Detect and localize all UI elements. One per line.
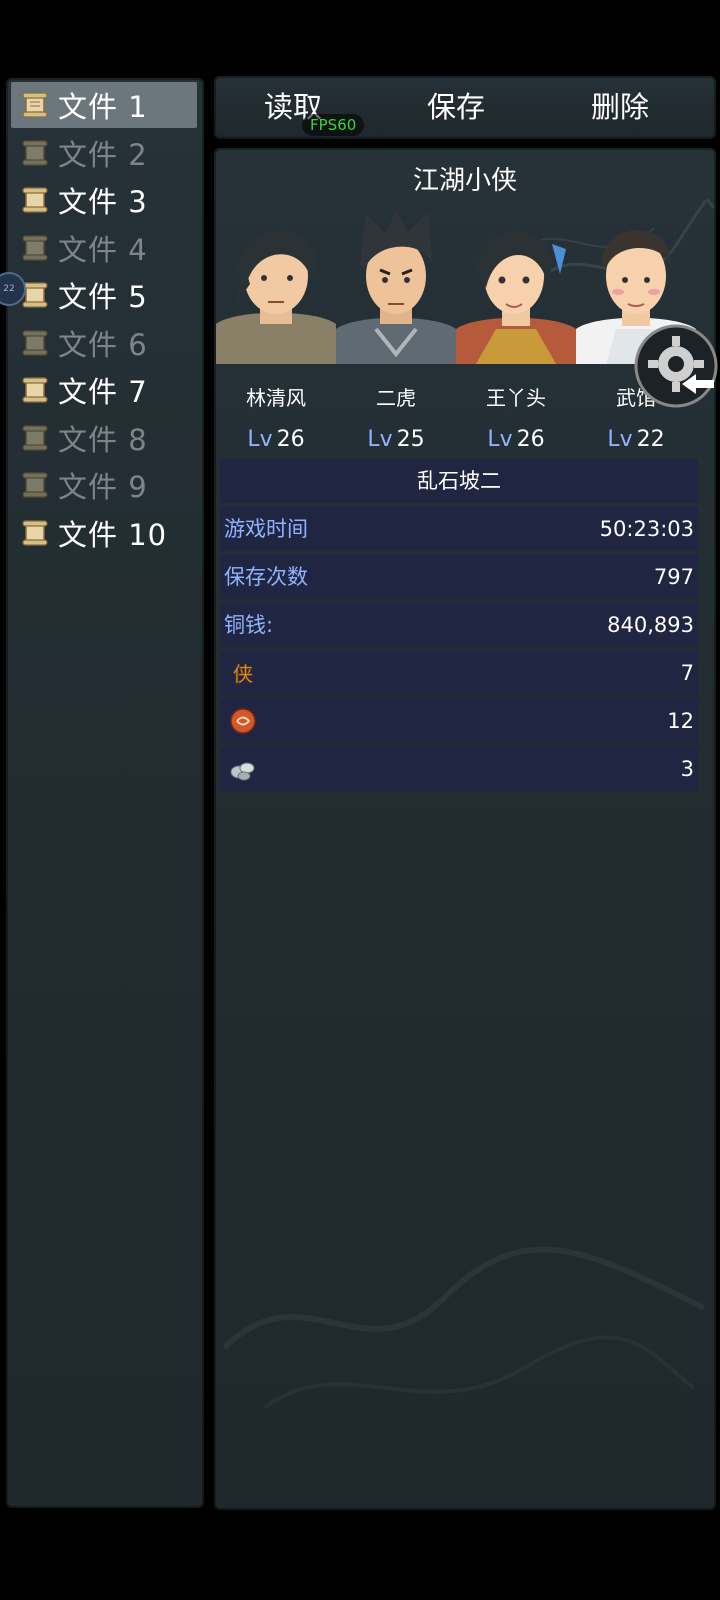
file-list-panel: 文件 1 文件 2 文件 3 文件 4 文件 5 文件 6 文件 7 文件 8 … [6, 78, 204, 1508]
file-label: 文件 9 [58, 470, 148, 504]
scroll-icon [22, 140, 48, 166]
level-value: 26 [276, 427, 305, 452]
stat-row-playtime: 游戏时间 50:23:03 [220, 507, 698, 551]
file-slot-9[interactable]: 文件 9 [11, 462, 197, 508]
item-count: 3 [680, 757, 694, 781]
stat-label: 保存次数 [224, 565, 308, 589]
stat-row-save-count: 保存次数 797 [220, 555, 698, 599]
item-count: 7 [680, 661, 694, 685]
item-count: 12 [667, 709, 694, 733]
action-toolbar: 读取 保存 删除 [214, 76, 716, 139]
party-member: 二虎 Lv 25 [336, 204, 456, 452]
member-name: 林清风 [246, 386, 306, 410]
member-level: Lv 26 [456, 427, 576, 452]
scroll-icon [22, 520, 48, 546]
level-value: 22 [636, 427, 665, 452]
file-label: 文件 4 [58, 233, 148, 267]
level-value: 26 [516, 427, 545, 452]
copper-medal-icon [230, 708, 256, 734]
scroll-icon [22, 377, 48, 403]
stat-value: 797 [653, 565, 694, 589]
fps-counter: FPS60 [302, 114, 365, 136]
save-title: 江湖小侠 [412, 166, 517, 196]
file-label: 文件 8 [58, 423, 148, 457]
stat-label: 游戏时间 [224, 517, 308, 541]
scroll-icon [22, 92, 48, 118]
level-prefix: Lv [487, 427, 513, 452]
file-label: 文件 10 [58, 518, 168, 552]
scroll-icon [22, 187, 48, 213]
file-label: 文件 7 [58, 375, 148, 409]
file-label: 文件 3 [58, 185, 148, 219]
character-portrait [336, 209, 456, 364]
file-slot-6[interactable]: 文件 6 [11, 320, 197, 366]
file-slot-5[interactable]: 文件 5 [11, 272, 197, 318]
member-name: 王丫头 [486, 386, 546, 410]
file-slot-8[interactable]: 文件 8 [11, 415, 197, 461]
file-label: 文件 2 [58, 138, 148, 172]
file-label: 文件 6 [58, 328, 148, 362]
ink-landscape-decoration [224, 1246, 704, 1410]
svg-text:侠: 侠 [233, 662, 253, 686]
file-slot-7[interactable]: 文件 7 [11, 367, 197, 413]
item-row: 侠 7 [220, 651, 698, 695]
member-level: Lv 25 [336, 427, 456, 452]
stat-value: 840,893 [607, 613, 694, 637]
level-value: 25 [396, 427, 425, 452]
member-level: Lv 22 [576, 427, 696, 452]
scroll-icon [22, 472, 48, 498]
member-level: Lv 26 [216, 427, 336, 452]
save-detail-panel: 江湖小侠 林清风 Lv 26 二虎 Lv 25 王丫头 Lv 26 武馆 Lv … [214, 148, 718, 1510]
file-slot-1[interactable]: 文件 1 [11, 82, 197, 128]
character-portrait [216, 231, 336, 364]
file-slot-3[interactable]: 文件 3 [11, 177, 197, 223]
member-name: 二虎 [376, 386, 416, 410]
xia-token-icon: 侠 [233, 662, 254, 686]
location-row: 乱石坡二 [220, 459, 698, 503]
file-slot-4[interactable]: 文件 4 [11, 225, 197, 271]
stat-value: 50:23:03 [599, 517, 694, 541]
file-label: 文件 1 [58, 90, 148, 124]
party-member: 林清风 Lv 26 [216, 204, 336, 452]
character-portrait [456, 231, 576, 364]
delete-button[interactable]: 删除 [560, 76, 680, 139]
stat-label: 铜钱: [224, 613, 274, 637]
stat-row-copper: 铜钱: 840,893 [220, 603, 698, 647]
file-label: 文件 5 [58, 280, 148, 314]
scroll-icon [22, 425, 48, 451]
level-prefix: Lv [367, 427, 393, 452]
file-slot-10[interactable]: 文件 10 [11, 510, 197, 556]
item-row: 3 [220, 747, 698, 791]
gear-icon[interactable] [634, 324, 718, 408]
party-member: 王丫头 Lv 26 [456, 204, 576, 452]
file-slot-2[interactable]: 文件 2 [11, 130, 197, 176]
scroll-icon [22, 330, 48, 356]
item-row: 12 [220, 699, 698, 743]
level-prefix: Lv [607, 427, 633, 452]
level-prefix: Lv [247, 427, 273, 452]
silver-ore-icon [230, 762, 255, 781]
save-button[interactable]: 保存 [396, 76, 516, 139]
scroll-icon [22, 235, 48, 261]
